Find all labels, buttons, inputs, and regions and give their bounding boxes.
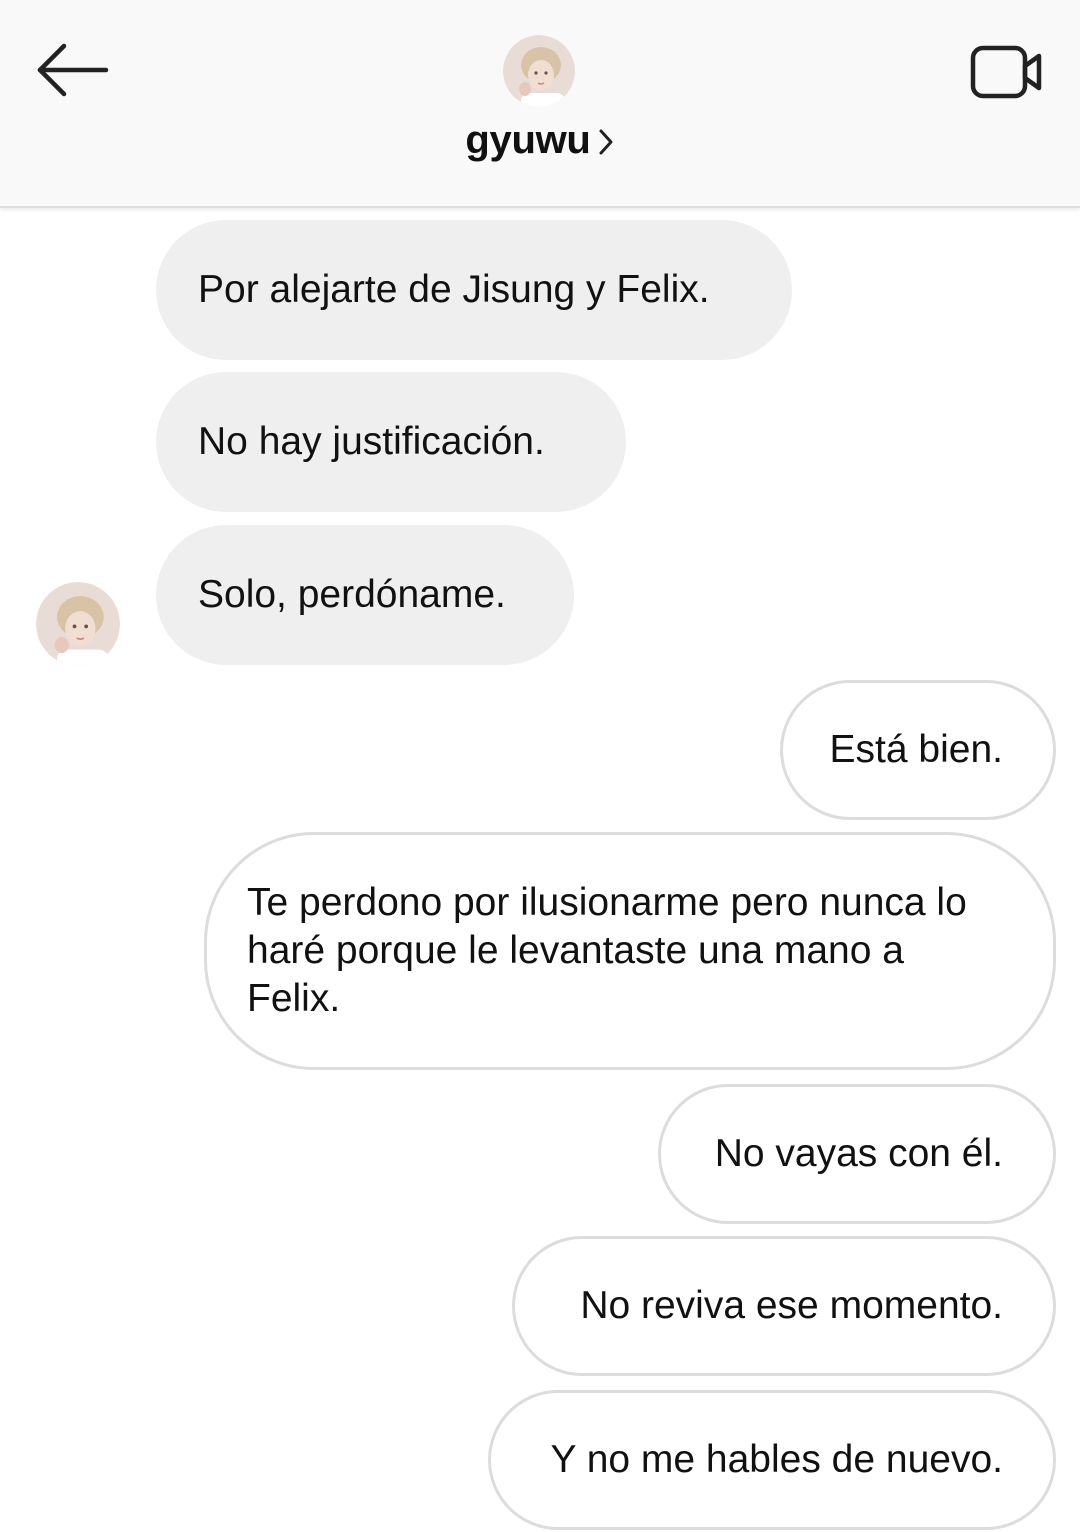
message-text: No reviva ese momento. (580, 1284, 1003, 1327)
back-button[interactable] (30, 34, 114, 106)
arrow-left-icon (37, 43, 109, 97)
sent-message[interactable]: Está bien. (780, 680, 1056, 820)
received-message[interactable]: No hay justificación. (156, 372, 626, 512)
message-text: No hay justificación. (198, 420, 545, 463)
sent-message[interactable]: Y no me hables de nuevo. (488, 1390, 1056, 1530)
video-call-button[interactable] (962, 34, 1052, 110)
username-row[interactable]: gyuwu (0, 118, 1080, 163)
message-text: Te perdono por ilusionarme pero nunca lo… (247, 881, 967, 1020)
message-text: Por alejarte de Jisung y Felix. (198, 268, 710, 311)
sender-avatar[interactable] (36, 582, 120, 666)
chat-header: gyuwu (0, 0, 1080, 208)
message-text: Solo, perdóname. (198, 573, 506, 616)
message-text: No vayas con él. (714, 1132, 1003, 1175)
sent-message[interactable]: No reviva ese momento. (512, 1236, 1056, 1376)
message-text: Y no me hables de nuevo. (550, 1438, 1003, 1481)
video-call-icon (970, 45, 1042, 99)
received-message[interactable]: Solo, perdóname. (156, 525, 574, 665)
sent-message[interactable]: Te perdono por ilusionarme pero nunca lo… (204, 832, 1056, 1070)
message-thread[interactable]: Por alejarte de Jisung y Felix. No hay j… (0, 208, 1080, 1532)
received-message[interactable]: Por alejarte de Jisung y Felix. (156, 220, 792, 360)
header-username[interactable]: gyuwu (465, 118, 590, 163)
profile-avatar-icon (503, 35, 575, 107)
message-text: Está bien. (829, 728, 1003, 771)
profile-avatar-icon (36, 582, 120, 666)
chevron-right-icon (597, 127, 615, 157)
header-avatar[interactable] (503, 35, 575, 107)
sent-message[interactable]: No vayas con él. (658, 1084, 1056, 1224)
